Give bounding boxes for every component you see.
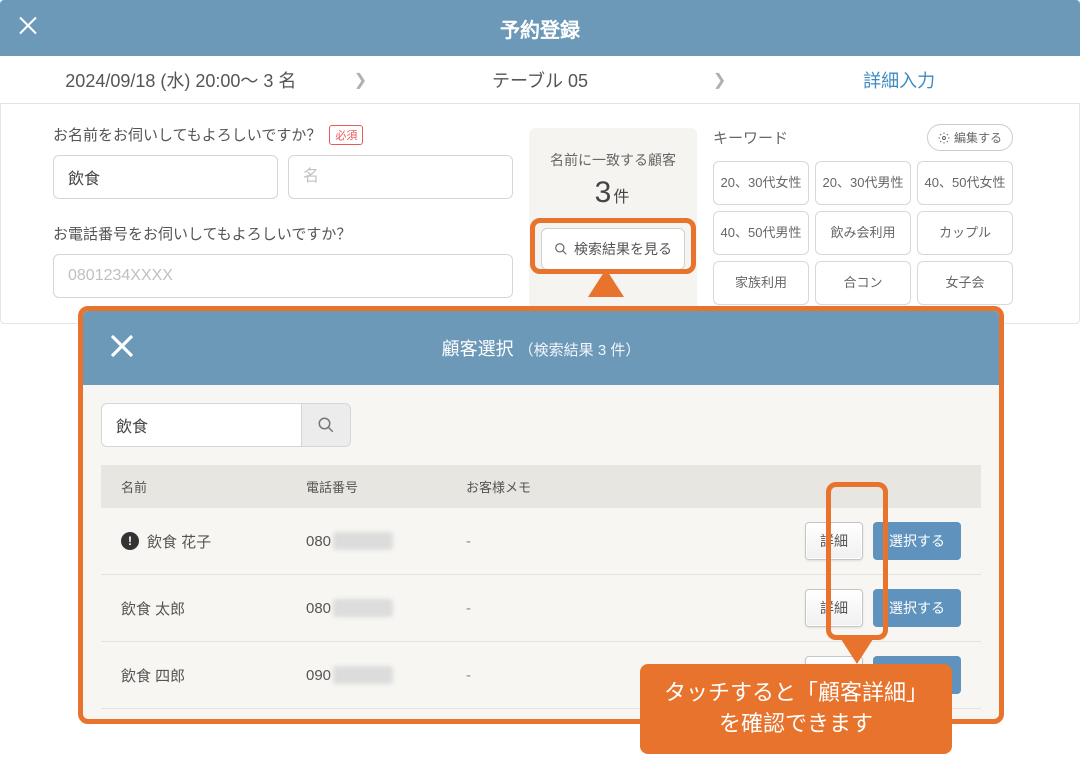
keyword-chip[interactable]: 40、50代男性 bbox=[713, 211, 809, 255]
tooltip-line2: を確認できます bbox=[664, 709, 928, 740]
app-header: 予約登録 bbox=[0, 0, 1080, 56]
phone-masked bbox=[333, 599, 393, 617]
keyword-title: キーワード bbox=[713, 127, 788, 148]
match-count-number: 3 bbox=[595, 176, 614, 209]
match-count: 3件 bbox=[537, 176, 689, 210]
close-icon[interactable] bbox=[107, 331, 137, 366]
keyword-column: キーワード 編集する 20、30代女性20、30代男性40、50代女性 40、50… bbox=[713, 124, 1013, 323]
modal-search-input[interactable] bbox=[101, 403, 301, 447]
tooltip-callout: タッチすると「顧客詳細」 を確認できます bbox=[640, 664, 952, 754]
chevron-right-icon: ❯ bbox=[346, 70, 375, 90]
col-header-phone: 電話番号 bbox=[306, 477, 466, 496]
highlight-view-results bbox=[530, 218, 696, 274]
breadcrumb-step-1[interactable]: 2024/09/18 (水) 20:00～ 3 名 bbox=[16, 67, 346, 93]
match-count-unit: 件 bbox=[613, 189, 631, 206]
phone-masked bbox=[333, 532, 393, 550]
phone-input[interactable] bbox=[53, 254, 513, 298]
arrow-up-icon bbox=[588, 269, 624, 297]
search-button[interactable] bbox=[301, 403, 351, 447]
chevron-right-icon: ❯ bbox=[705, 70, 734, 90]
form-column: お名前をお伺いしてもよろしいですか？ 必須 お電話番号をお伺いしてもよろしいです… bbox=[53, 124, 513, 323]
col-header-name: 名前 bbox=[121, 477, 306, 496]
col-header-memo: お客様メモ bbox=[466, 477, 961, 496]
keyword-chip[interactable]: 40、50代女性 bbox=[917, 161, 1013, 205]
select-button[interactable]: 選択する bbox=[873, 522, 961, 560]
table-row: 飲食 太郎 080 -詳細選択する bbox=[101, 575, 981, 642]
keyword-chip[interactable]: カップル bbox=[917, 211, 1013, 255]
modal-header: 顧客選択 （検索結果 3 件） bbox=[83, 311, 999, 385]
phone-prefix: 090 bbox=[306, 667, 331, 684]
detail-button[interactable]: 詳細 bbox=[805, 522, 863, 560]
close-icon[interactable] bbox=[16, 14, 40, 43]
gear-icon bbox=[938, 132, 950, 144]
keyword-chip[interactable]: 20、30代男性 bbox=[815, 161, 911, 205]
last-name-input[interactable] bbox=[53, 155, 278, 199]
main-panel: お名前をお伺いしてもよろしいですか？ 必須 お電話番号をお伺いしてもよろしいです… bbox=[0, 104, 1080, 324]
name-label-text: お名前をお伺いしてもよろしいですか？ bbox=[53, 124, 321, 145]
phone-prefix: 080 bbox=[306, 600, 331, 617]
edit-keywords-label: 編集する bbox=[954, 129, 1002, 146]
phone-masked bbox=[333, 666, 393, 684]
customer-memo: - bbox=[466, 600, 805, 617]
required-badge: 必須 bbox=[329, 125, 363, 145]
keyword-chip[interactable]: 20、30代女性 bbox=[713, 161, 809, 205]
search-icon bbox=[317, 416, 335, 434]
table-header: 名前 電話番号 お客様メモ bbox=[101, 465, 981, 508]
keyword-chip[interactable]: 合コン bbox=[815, 261, 911, 305]
keyword-chip[interactable]: 家族利用 bbox=[713, 261, 809, 305]
customer-name: 飲食 四郎 bbox=[121, 665, 185, 686]
match-label: 名前に一致する顧客 bbox=[537, 150, 689, 170]
modal-subtitle: （検索結果 3 件） bbox=[519, 342, 641, 359]
arrow-down-icon bbox=[839, 636, 875, 664]
name-label: お名前をお伺いしてもよろしいですか？ 必須 bbox=[53, 124, 513, 145]
first-name-input[interactable] bbox=[288, 155, 513, 199]
modal-title-text: 顧客選択 bbox=[442, 339, 514, 359]
page-title: 予約登録 bbox=[0, 14, 1080, 43]
breadcrumb-step-3[interactable]: 詳細入力 bbox=[734, 67, 1064, 93]
customer-memo: - bbox=[466, 533, 805, 550]
breadcrumb: 2024/09/18 (水) 20:00～ 3 名 ❯ テーブル 05 ❯ 詳細… bbox=[0, 56, 1080, 104]
tooltip-line1: タッチすると「顧客詳細」 bbox=[664, 678, 928, 709]
edit-keywords-button[interactable]: 編集する bbox=[927, 124, 1013, 151]
alert-icon: ! bbox=[121, 532, 139, 550]
keyword-chip[interactable]: 女子会 bbox=[917, 261, 1013, 305]
modal-title: 顧客選択 （検索結果 3 件） bbox=[83, 335, 999, 361]
select-button[interactable]: 選択する bbox=[873, 589, 961, 627]
phone-label: お電話番号をお伺いしてもよろしいですか？ bbox=[53, 223, 513, 244]
customer-name: 飲食 花子 bbox=[147, 531, 211, 552]
table-row: ! 飲食 花子 080 -詳細選択する bbox=[101, 508, 981, 575]
detail-button[interactable]: 詳細 bbox=[805, 589, 863, 627]
customer-name: 飲食 太郎 bbox=[121, 598, 185, 619]
phone-prefix: 080 bbox=[306, 533, 331, 550]
breadcrumb-step-2[interactable]: テーブル 05 bbox=[375, 67, 705, 93]
keyword-chip[interactable]: 飲み会利用 bbox=[815, 211, 911, 255]
